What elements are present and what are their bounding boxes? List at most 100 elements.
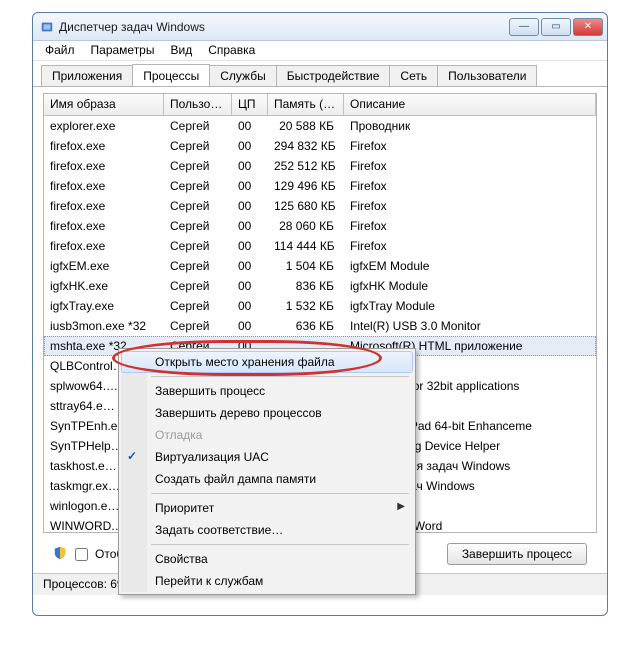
cell-desc: Firefox [344,196,596,216]
table-row[interactable]: firefox.exeСергей0028 060 КБFirefox [44,216,596,236]
table-row[interactable]: firefox.exeСергей00294 832 КБFirefox [44,136,596,156]
tab-strip: Приложения Процессы Службы Быстродействи… [33,61,607,87]
tab-services[interactable]: Службы [209,65,276,86]
cell-cpu: 00 [232,296,268,316]
col-user[interactable]: Пользо… [164,94,232,115]
context-menu-item[interactable]: Задать соответствие… [121,519,413,541]
table-row[interactable]: explorer.exeСергей0020 588 КБПроводник [44,116,596,136]
table-row[interactable]: igfxEM.exeСергей001 504 КБigfxEM Module [44,256,596,276]
context-menu-separator [151,544,409,545]
end-process-button[interactable]: Завершить процесс [447,543,587,565]
menu-view[interactable]: Вид [162,41,200,60]
menu-help[interactable]: Справка [200,41,263,60]
context-menu-separator [151,493,409,494]
tab-applications[interactable]: Приложения [41,65,133,86]
tab-users[interactable]: Пользователи [437,65,537,86]
cell-cpu: 00 [232,136,268,156]
context-menu-item: Отладка [121,424,413,446]
window-title: Диспетчер задач Windows [59,20,507,34]
cell-desc: igfxHK Module [344,276,596,296]
cell-desc: igfxEM Module [344,256,596,276]
cell-mem: 636 КБ [268,316,344,336]
cell-mem: 114 444 КБ [268,236,344,256]
cell-cpu: 00 [232,236,268,256]
tab-processes[interactable]: Процессы [132,64,210,86]
cell-user: Сергей [164,276,232,296]
context-menu-item[interactable]: Создать файл дампа памяти [121,468,413,490]
menubar: Файл Параметры Вид Справка [33,41,607,61]
context-menu-item[interactable]: Открыть место хранения файла [121,351,413,373]
cell-desc: Intel(R) USB 3.0 Monitor [344,316,596,336]
table-row[interactable]: firefox.exeСергей00252 512 КБFirefox [44,156,596,176]
cell-user: Сергей [164,176,232,196]
cell-user: Сергей [164,156,232,176]
close-button[interactable]: ✕ [573,18,603,36]
show-all-users-input[interactable] [75,548,88,561]
table-row[interactable]: firefox.exeСергей00125 680 КБFirefox [44,196,596,216]
tab-networking[interactable]: Сеть [389,65,438,86]
cell-desc: Firefox [344,136,596,156]
menu-options[interactable]: Параметры [83,41,163,60]
col-memory[interactable]: Память (… [268,94,344,115]
table-row[interactable]: igfxTray.exeСергей001 532 КБigfxTray Mod… [44,296,596,316]
cell-user: Сергей [164,136,232,156]
window-buttons: — ▭ ✕ [507,18,603,36]
table-row[interactable]: igfxHK.exeСергей00836 КБigfxHK Module [44,276,596,296]
cell-cpu: 00 [232,316,268,336]
cell-mem: 294 832 КБ [268,136,344,156]
cell-desc: Firefox [344,236,596,256]
context-menu-separator [151,376,409,377]
shield-icon [53,546,67,563]
cell-image: firefox.exe [44,136,164,156]
cell-image: firefox.exe [44,216,164,236]
cell-cpu: 00 [232,116,268,136]
minimize-button[interactable]: — [509,18,539,36]
cell-cpu: 00 [232,156,268,176]
cell-mem: 836 КБ [268,276,344,296]
table-row[interactable]: firefox.exeСергей00114 444 КБFirefox [44,236,596,256]
table-row[interactable]: firefox.exeСергей00129 496 КБFirefox [44,176,596,196]
cell-mem: 20 588 КБ [268,116,344,136]
cell-image: igfxHK.exe [44,276,164,296]
cell-image: igfxTray.exe [44,296,164,316]
cell-user: Сергей [164,236,232,256]
cell-mem: 1 532 КБ [268,296,344,316]
col-desc[interactable]: Описание [344,94,596,115]
cell-mem: 129 496 КБ [268,176,344,196]
cell-image: firefox.exe [44,176,164,196]
cell-mem: 125 680 КБ [268,196,344,216]
context-menu-item[interactable]: Свойства [121,548,413,570]
cell-cpu: 00 [232,176,268,196]
context-menu-item[interactable]: Завершить процесс [121,380,413,402]
cell-user: Сергей [164,316,232,336]
cell-image: firefox.exe [44,236,164,256]
tab-performance[interactable]: Быстродействие [276,65,391,86]
col-cpu[interactable]: ЦП [232,94,268,115]
cell-desc: Firefox [344,176,596,196]
app-icon [39,19,55,35]
cell-user: Сергей [164,116,232,136]
cell-mem: 1 504 КБ [268,256,344,276]
context-menu-item[interactable]: Перейти к службам [121,570,413,592]
context-menu-item[interactable]: Виртуализация UAC✓ [121,446,413,468]
cell-desc: Проводник [344,116,596,136]
cell-desc: Firefox [344,156,596,176]
menu-file[interactable]: Файл [37,41,83,60]
cell-desc: Firefox [344,216,596,236]
context-menu-item[interactable]: Завершить дерево процессов [121,402,413,424]
cell-cpu: 00 [232,276,268,296]
cell-mem: 252 512 КБ [268,156,344,176]
cell-mem: 28 060 КБ [268,216,344,236]
cell-user: Сергей [164,296,232,316]
col-image[interactable]: Имя образа [44,94,164,115]
cell-cpu: 00 [232,196,268,216]
maximize-button[interactable]: ▭ [541,18,571,36]
submenu-arrow-icon: ▶ [397,501,405,512]
titlebar[interactable]: Диспетчер задач Windows — ▭ ✕ [33,13,607,41]
cell-image: igfxEM.exe [44,256,164,276]
cell-user: Сергей [164,196,232,216]
cell-cpu: 00 [232,256,268,276]
cell-cpu: 00 [232,216,268,236]
table-row[interactable]: iusb3mon.exe *32Сергей00636 КБIntel(R) U… [44,316,596,336]
context-menu-item[interactable]: Приоритет▶ [121,497,413,519]
